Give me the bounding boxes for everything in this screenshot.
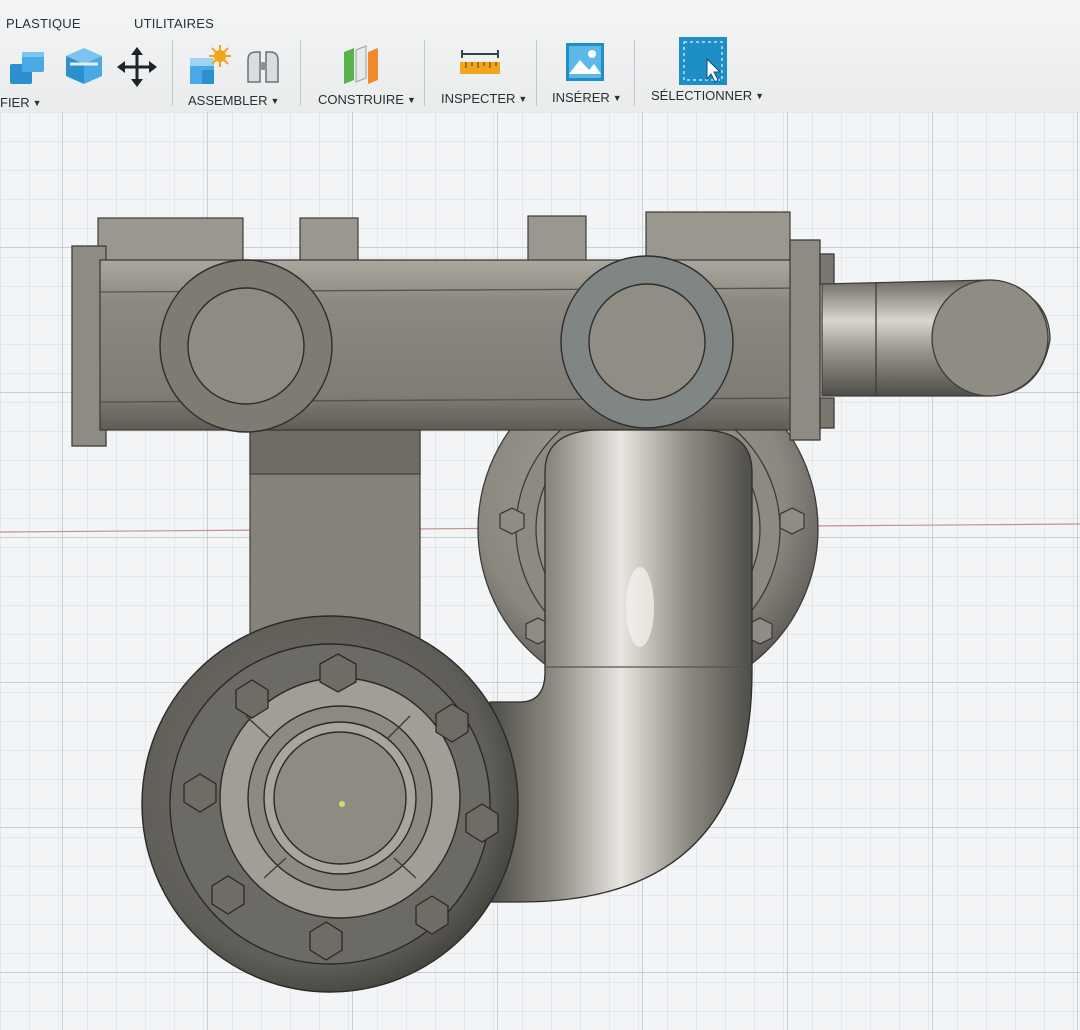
toolbar-separator [634,40,635,106]
toolbar-separator [172,40,173,106]
support-bracket [249,429,421,641]
selectionner-group-label[interactable]: SÉLECTIONNER ▼ [651,88,764,103]
outlet-pipe [821,279,1051,397]
toolbar-separator [536,40,537,106]
push-pull-icon[interactable] [6,46,50,95]
modify-group-label[interactable]: FIER ▼ [0,95,42,110]
toolbar-separator [424,40,425,106]
tab-plastique[interactable]: PLASTIQUE [6,16,81,31]
measure-icon[interactable] [458,48,502,85]
shell-icon[interactable] [62,44,106,93]
construire-group-label[interactable]: CONSTRUIRE ▼ [318,92,416,107]
assembler-group-label[interactable]: ASSEMBLER ▼ [188,93,279,108]
grid-and-model [0,112,1080,1030]
offset-plane-icon[interactable] [338,42,384,93]
design-canvas[interactable] [0,112,1080,1030]
move-icon[interactable] [116,46,158,93]
inspecter-group-label[interactable]: INSPECTER ▼ [441,91,527,106]
toolbar-separator [300,40,301,106]
insert-image-icon[interactable] [565,42,605,87]
inserer-group-label[interactable]: INSÉRER ▼ [552,90,622,105]
tab-utilitaires[interactable]: UTILITAIRES [134,16,214,31]
select-icon[interactable] [679,37,727,90]
new-component-icon[interactable] [186,44,232,95]
joint-icon[interactable] [242,46,284,93]
ribbon-toolbar: PLASTIQUE UTILITAIRES FIER ▼ ASSEMBLER ▼… [0,0,1080,113]
